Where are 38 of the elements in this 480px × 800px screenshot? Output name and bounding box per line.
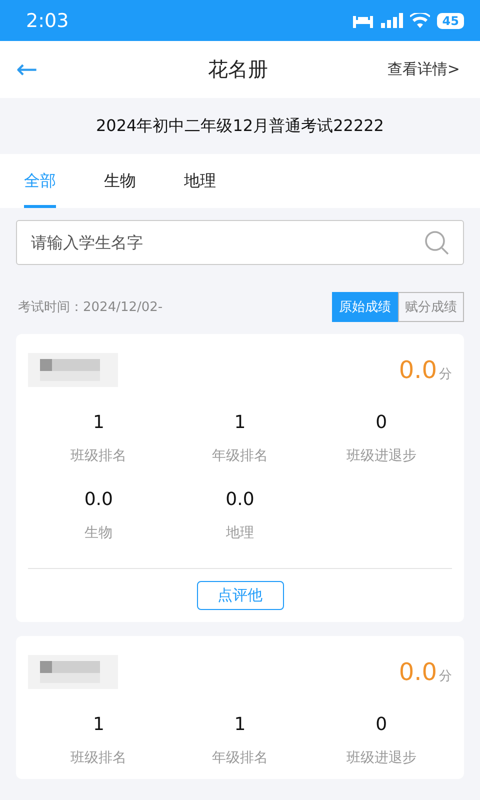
stat-label: 班级排名 bbox=[70, 447, 127, 465]
stat-value: 0 bbox=[376, 412, 388, 433]
stat-label: 年级排名 bbox=[212, 749, 268, 767]
stat-value: 0.0 bbox=[84, 489, 113, 510]
stat-label: 年级排名 bbox=[212, 447, 268, 465]
exam-time: 考试时间：2024/12/02- bbox=[18, 299, 164, 316]
total-score: 0.0 bbox=[398, 658, 437, 686]
score-mode-toggle[interactable]: 赋分成绩 bbox=[398, 292, 464, 322]
battery-icon: 45 bbox=[437, 12, 464, 28]
page-title: 花名册 bbox=[208, 56, 268, 83]
wifi-icon bbox=[410, 13, 430, 28]
subject-tab[interactable]: 地理 bbox=[184, 154, 216, 208]
view-details-link[interactable]: 查看详情> bbox=[387, 60, 460, 79]
stat-value: 0.0 bbox=[226, 489, 254, 510]
stat-label: 班级排名 bbox=[70, 749, 127, 767]
stat-label: 生物 bbox=[84, 524, 113, 542]
comment-button[interactable]: 点评他 bbox=[196, 581, 284, 610]
exam-title: 2024年初中二年级12月普通考试22222 bbox=[96, 116, 384, 136]
stat-value: 1 bbox=[92, 412, 104, 433]
stat-value: 1 bbox=[92, 714, 104, 735]
stat-label: 班级进退步 bbox=[346, 447, 416, 465]
signal-icon bbox=[381, 13, 404, 28]
status-time: 2:03 bbox=[26, 10, 70, 32]
stat-value: 1 bbox=[234, 714, 246, 735]
stat-value: 1 bbox=[234, 412, 246, 433]
student-search-field[interactable]: 请输入学生名字 bbox=[16, 220, 464, 265]
bed-icon bbox=[352, 14, 374, 28]
subject-tab[interactable]: 全部 bbox=[24, 154, 56, 208]
score-mode-toggle[interactable]: 原始成绩 bbox=[332, 292, 398, 322]
stat-label: 地理 bbox=[226, 524, 254, 542]
stat-value: 0 bbox=[376, 714, 388, 735]
subject-tab[interactable]: 生物 bbox=[104, 154, 136, 208]
back-button[interactable]: ← bbox=[16, 56, 38, 82]
stat-label: 班级进退步 bbox=[346, 749, 416, 767]
score-unit: 分 bbox=[439, 669, 452, 684]
total-score: 0.0 bbox=[398, 356, 437, 384]
search-icon[interactable] bbox=[424, 230, 450, 256]
score-unit: 分 bbox=[439, 367, 452, 382]
